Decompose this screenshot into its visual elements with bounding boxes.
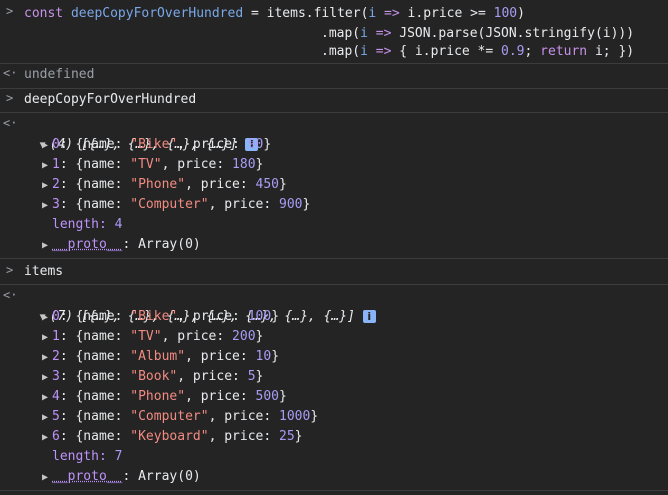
collapsed-triangle-icon[interactable]: ▶ [42, 388, 52, 408]
array-header-toggle[interactable]: ▼ (4) [{…}, {…}, {…}, {…}] i [24, 115, 259, 152]
array-entry[interactable]: ▶ 0: {name: "Bike", price: 100} [42, 307, 279, 327]
collapsed-triangle-icon[interactable]: ▶ [42, 196, 52, 216]
return-arrow-icon: <· [3, 288, 18, 302]
divider [0, 258, 668, 259]
console-input-2: deepCopyForOverHundred [24, 92, 197, 107]
array-entry[interactable]: ▶ 3: {name: "Book", price: 5} [42, 367, 263, 387]
divider [0, 63, 668, 64]
array-entry[interactable]: ▶ 4: {name: "Phone", price: 500} [42, 387, 287, 407]
info-icon[interactable]: i [362, 310, 376, 323]
array-entry[interactable]: ▶ 1: {name: "TV", price: 200} [42, 327, 263, 347]
divider [0, 490, 668, 491]
collapsed-triangle-icon[interactable]: ▶ [42, 348, 52, 368]
collapsed-triangle-icon[interactable]: ▶ [42, 468, 52, 488]
array-entry[interactable]: ▶ 2: {name: "Album", price: 10} [42, 347, 279, 367]
prompt-chevron-icon: > [6, 4, 14, 18]
return-arrow-icon: <· [3, 66, 18, 80]
array-entry[interactable]: ▶ 0: {name: "Bike", price: 90} [42, 135, 271, 155]
prompt-chevron-icon: > [6, 263, 14, 277]
divider [0, 88, 668, 89]
array-entry[interactable]: ▶ 1: {name: "TV", price: 180} [42, 155, 263, 175]
prompt-chevron-icon: > [6, 91, 14, 105]
collapsed-triangle-icon[interactable]: ▶ [42, 328, 52, 348]
collapsed-triangle-icon[interactable]: ▶ [42, 136, 52, 156]
collapsed-triangle-icon[interactable]: ▶ [42, 368, 52, 388]
divider [0, 112, 668, 113]
array-header-toggle[interactable]: ▼ (7) [{…}, {…}, {…}, {…}, {…}, {…}, {…}]… [24, 287, 376, 324]
array-entry[interactable]: ▶ 3: {name: "Computer", price: 900} [42, 195, 310, 215]
array-proto[interactable]: ▶ __proto__: Array(0) [42, 235, 201, 255]
collapsed-triangle-icon[interactable]: ▶ [42, 308, 52, 328]
array-entry[interactable]: ▶ 2: {name: "Phone", price: 450} [42, 175, 287, 195]
console-input-3: items [24, 264, 64, 279]
code-line: .map(i => JSON.parse(JSON.stringify(i))) [321, 26, 635, 41]
collapsed-triangle-icon[interactable]: ▶ [42, 428, 52, 448]
collapsed-triangle-icon[interactable]: ▶ [42, 176, 52, 196]
array-proto[interactable]: ▶ __proto__: Array(0) [42, 467, 201, 487]
divider [0, 284, 668, 285]
array-length: length: 7 [52, 449, 123, 464]
array-length: length: 4 [52, 217, 123, 232]
code-line: .map(i => { i.price *= 0.9; return i; }) [321, 44, 635, 59]
output-undefined: undefined [24, 67, 95, 82]
collapsed-triangle-icon[interactable]: ▶ [42, 156, 52, 176]
array-entry[interactable]: ▶ 6: {name: "Keyboard", price: 25} [42, 427, 303, 447]
collapsed-triangle-icon[interactable]: ▶ [42, 408, 52, 428]
code-line: const deepCopyForOverHundred = items.fil… [24, 6, 525, 21]
collapsed-triangle-icon[interactable]: ▶ [42, 236, 52, 256]
array-entry[interactable]: ▶ 5: {name: "Computer", price: 1000} [42, 407, 318, 427]
return-arrow-icon: <· [3, 116, 18, 130]
